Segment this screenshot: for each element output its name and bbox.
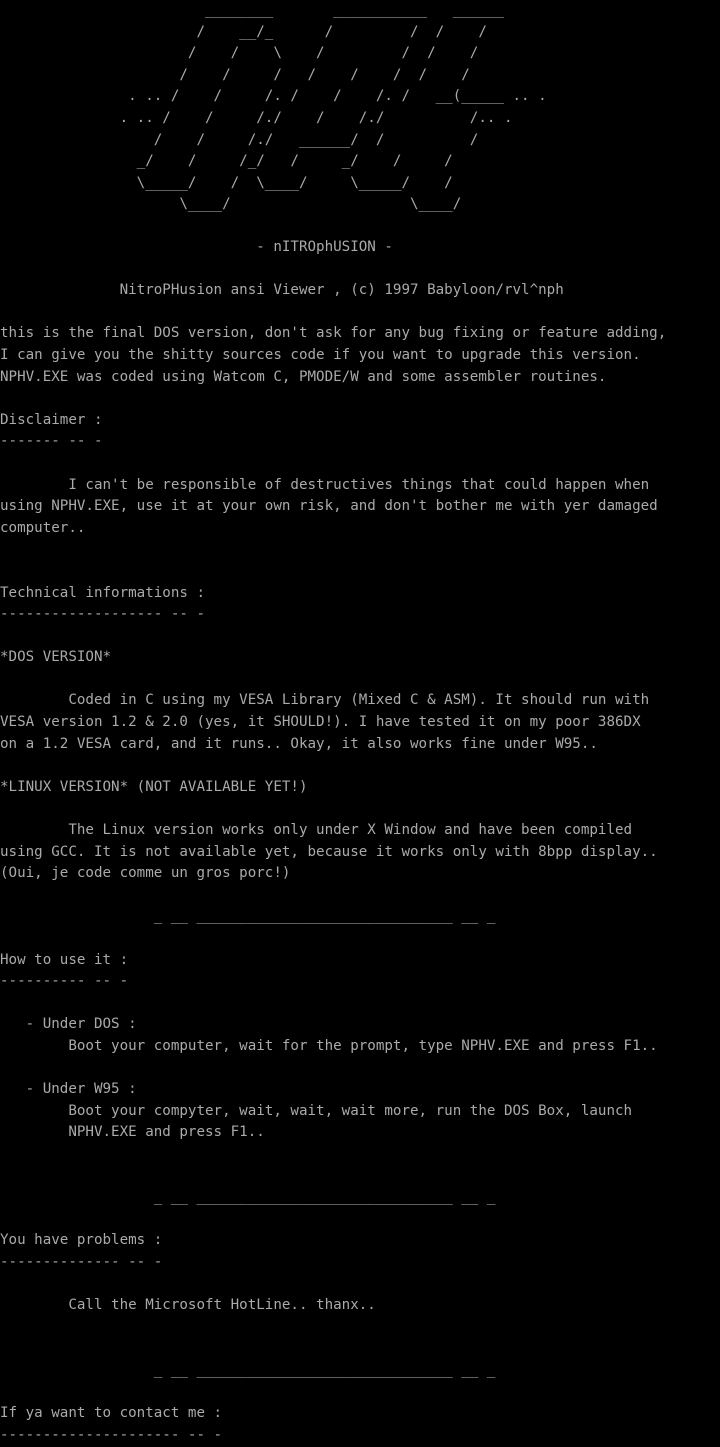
logo-art-line: \_____/ / \____/ \_____/ / [0, 174, 453, 191]
text-line [0, 1166, 666, 1188]
text-line [0, 1381, 666, 1403]
text-line: NPHV.EXE was coded using Watcom C, PMODE… [0, 368, 607, 385]
nfo-text-body: - nITROphUSION - NitroPHusion ansi Viewe… [0, 237, 666, 1447]
text-line: *LINUX VERSION* (NOT AVAILABLE YET!) [0, 778, 308, 795]
text-line [0, 453, 666, 475]
text-line [0, 1317, 666, 1339]
text-line [0, 1144, 666, 1166]
text-line: Technical informations : [0, 584, 205, 601]
text-line: computer.. [0, 519, 86, 536]
text-line [0, 1274, 666, 1296]
text-line [0, 539, 666, 561]
logo-art-line: / / /./ ______/ / / [0, 131, 479, 148]
text-line: _ __ ______________________________ __ _ [0, 1189, 496, 1206]
text-line [0, 798, 666, 820]
text-line: this is the final DOS version, don't ask… [0, 325, 667, 342]
text-line [0, 993, 666, 1015]
text-line: The Linux version works only under X Win… [0, 822, 633, 839]
text-line: How to use it : [0, 951, 129, 968]
logo-art-line: _/ / /_/ / _/ / / [0, 153, 453, 170]
text-line: ------- -- - [0, 433, 103, 450]
text-line: on a 1.2 VESA card, and it runs.. Okay, … [0, 735, 598, 752]
text-line [0, 388, 666, 410]
text-line: _ __ ______________________________ __ _ [0, 908, 496, 925]
logo-art-line: / / \ / / / / [0, 45, 479, 62]
text-line: ------------------- -- - [0, 606, 205, 623]
text-line [0, 302, 666, 324]
text-line: I can give you the shitty sources code i… [0, 346, 641, 363]
text-line: Boot your compyter, wait, wait, wait mor… [0, 1102, 633, 1119]
text-line [0, 626, 666, 648]
text-line: You have problems : [0, 1232, 163, 1249]
text-line: (Oui, je code comme un gros porc!) [0, 865, 291, 882]
text-line: If ya want to contact me : [0, 1405, 223, 1422]
text-line: I can't be responsible of destructives t… [0, 476, 650, 493]
text-line: Disclaimer : [0, 411, 103, 428]
text-line: -------------- -- - [0, 1253, 163, 1270]
text-line: *DOS VERSION* [0, 649, 112, 666]
text-line [0, 669, 666, 691]
text-line: ---------- -- - [0, 973, 129, 990]
logo-art-line: . .. / / /. / / /. / __(_____ .. . [0, 88, 547, 105]
text-line [0, 1338, 666, 1360]
logo-art-line: . .. / / /./ / /./ /.. . [0, 109, 513, 126]
text-line: using GCC. It is not available yet, beca… [0, 843, 658, 860]
text-line [0, 259, 666, 281]
text-line [0, 1209, 666, 1231]
text-line [0, 755, 666, 777]
text-line: - Under W95 : [0, 1081, 137, 1098]
logo-art-line: ________ ___________ ______ [0, 2, 504, 18]
text-line: Boot your computer, wait for the prompt,… [0, 1037, 658, 1054]
text-line: - Under DOS : [0, 1016, 137, 1033]
text-line: VESA version 1.2 & 2.0 (yes, it SHOULD!)… [0, 714, 641, 731]
text-line: using NPHV.EXE, use it at your own risk,… [0, 498, 658, 515]
text-line: NitroPHusion ansi Viewer , (c) 1997 Baby… [0, 282, 564, 299]
text-line: NPHV.EXE and press F1.. [0, 1124, 265, 1141]
text-line [0, 885, 666, 907]
logo-art-line: / __/_ / / / / [0, 23, 487, 40]
text-line: --------------------- -- - [0, 1426, 223, 1443]
logo-art-line: / / / / / / / / [0, 66, 470, 83]
text-line [0, 561, 666, 583]
text-line [0, 928, 666, 950]
logo-art-line: \____/ \____/ [0, 196, 462, 213]
text-line: - nITROphUSION - [0, 239, 393, 255]
text-line [0, 1058, 666, 1080]
nitrophusion-ascii-logo: ________ ___________ ______ / __/_ / / /… [0, 0, 547, 216]
text-line: _ __ ______________________________ __ _ [0, 1361, 496, 1378]
text-line: Coded in C using my VESA Library (Mixed … [0, 692, 650, 709]
ansi-viewer-screen: ________ ___________ ______ / __/_ / / /… [0, 0, 720, 1447]
text-line: Call the Microsoft HotLine.. thanx.. [0, 1297, 376, 1314]
